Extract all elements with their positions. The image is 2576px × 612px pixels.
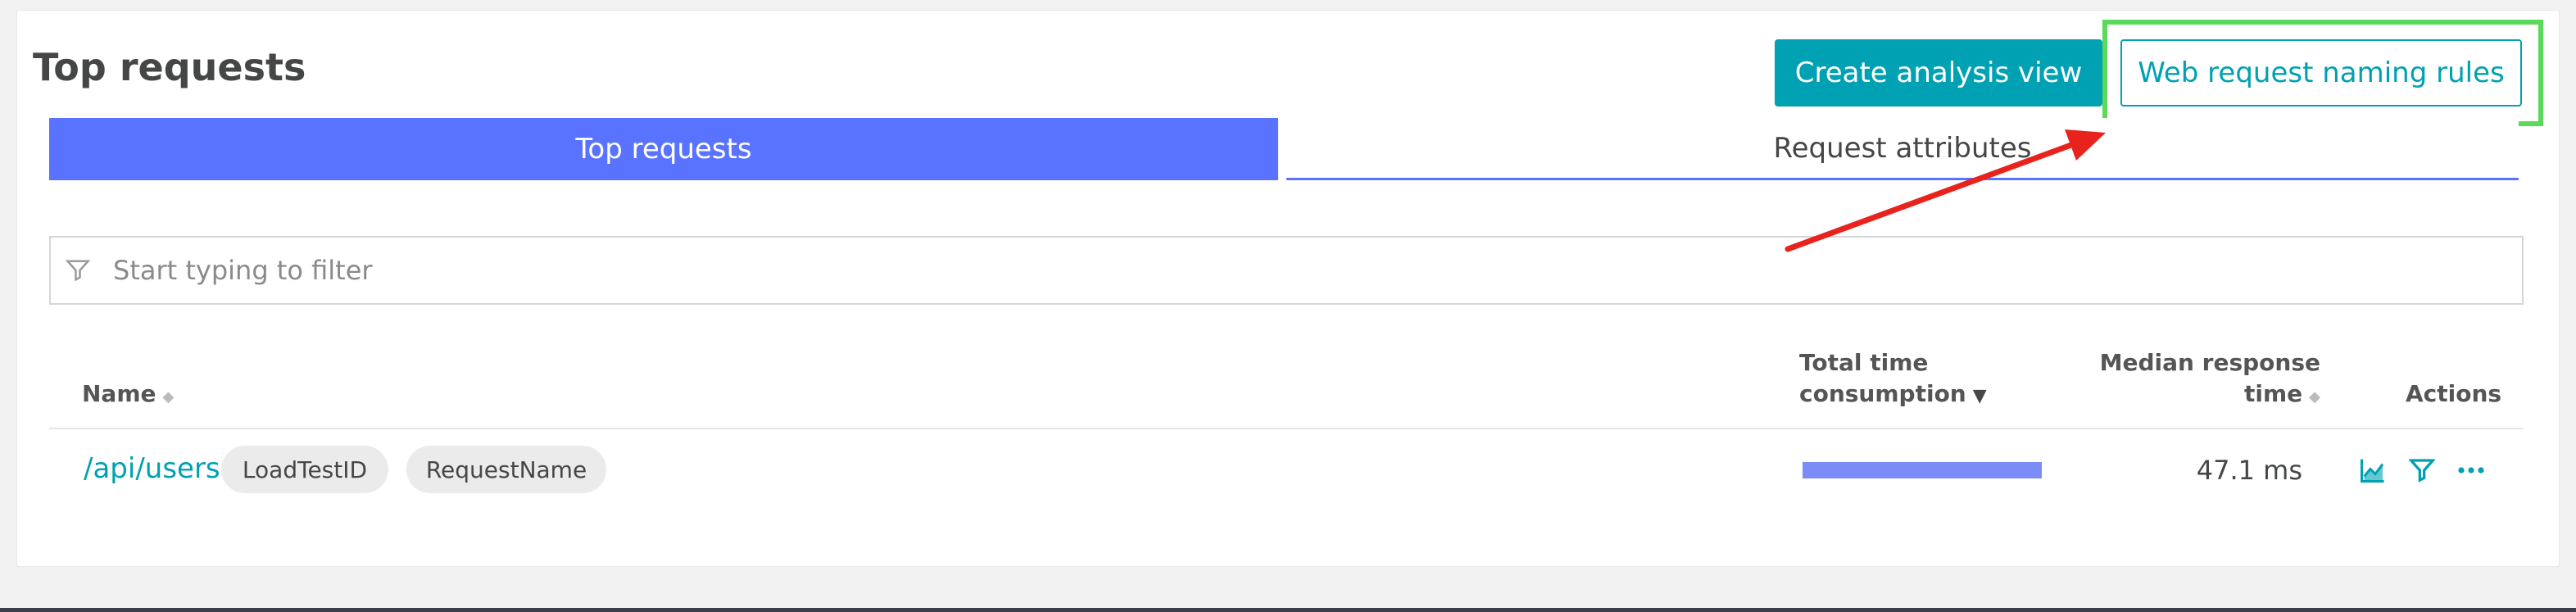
bottom-divider [0,608,2576,612]
annotation-arrow [1785,129,2106,252]
